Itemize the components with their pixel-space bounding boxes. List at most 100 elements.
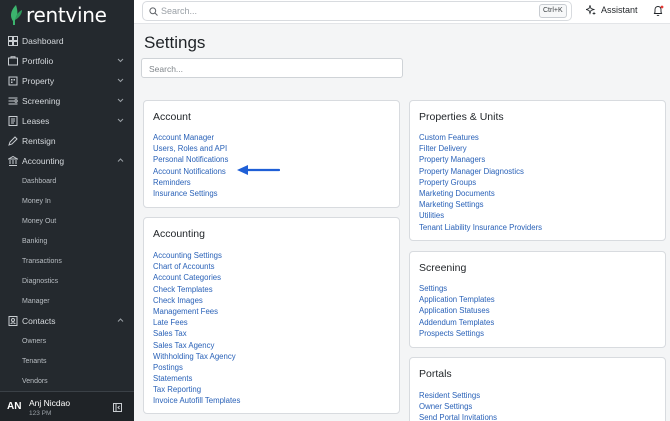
sidebar-item-label: Property: [22, 76, 55, 86]
sparkle-icon: [586, 5, 596, 15]
sidebar-subitem-tenants[interactable]: Tenants: [0, 351, 134, 371]
sidebar-subitem-vendors[interactable]: Vendors: [0, 371, 134, 391]
sidebar-item-label: Portfolio: [22, 56, 54, 66]
link-chart-of-accounts[interactable]: Chart of Accounts: [153, 261, 240, 272]
link-application-statuses[interactable]: Application Statuses: [419, 305, 495, 316]
screening-card: Screening Settings Application Templates…: [409, 251, 666, 348]
rentsign-icon: [8, 136, 18, 146]
accounting-icon: [8, 156, 18, 166]
link-check-templates[interactable]: Check Templates: [153, 284, 240, 295]
dashboard-icon: [8, 36, 18, 46]
top-bar: Search... Ctrl+K Assistant: [134, 0, 670, 24]
sidebar-subitem-manager[interactable]: Manager: [0, 291, 134, 311]
global-search-input[interactable]: Search... Ctrl+K: [142, 1, 572, 21]
link-account-manager[interactable]: Account Manager: [153, 132, 228, 143]
sidebar-item-contacts[interactable]: Contacts: [0, 311, 134, 331]
sidebar-item-property[interactable]: Property: [0, 71, 134, 91]
sidebar-subitem-diagnostics[interactable]: Diagnostics: [0, 271, 134, 291]
link-late-fees[interactable]: Late Fees: [153, 317, 240, 328]
settings-search-placeholder: Search...: [149, 64, 184, 74]
link-sales-tax[interactable]: Sales Tax: [153, 328, 240, 339]
chevron-up-icon: [117, 158, 124, 162]
link-sales-tax-agency[interactable]: Sales Tax Agency: [153, 340, 240, 351]
link-insurance-settings[interactable]: Insurance Settings: [153, 188, 228, 199]
link-screening-settings[interactable]: Settings: [419, 283, 495, 294]
rentvine-logo[interactable]: rentvine: [9, 3, 107, 27]
notification-bell-icon[interactable]: [652, 5, 664, 17]
account-card: Account Account Manager Users, Roles and…: [143, 100, 400, 208]
link-filter-delivery[interactable]: Filter Delivery: [419, 143, 542, 154]
link-account-notifications[interactable]: Account Notifications: [153, 166, 228, 177]
sidebar-subitem-owners[interactable]: Owners: [0, 331, 134, 351]
link-prospects-settings[interactable]: Prospects Settings: [419, 328, 495, 339]
sidebar-item-dashboard[interactable]: Dashboard: [0, 31, 134, 51]
sidebar-item-accounting[interactable]: Accounting: [0, 151, 134, 171]
collapse-sidebar-icon[interactable]: [113, 403, 122, 412]
chevron-down-icon: [117, 98, 124, 103]
sidebar-subitem-transactions[interactable]: Transactions: [0, 251, 134, 271]
user-name: Anj Nicdao: [29, 398, 71, 408]
link-accounting-settings[interactable]: Accounting Settings: [153, 250, 240, 261]
properties-units-card: Properties & Units Custom Features Filte…: [409, 100, 666, 241]
accounting-links: Accounting Settings Chart of Accounts Ac…: [153, 250, 240, 407]
keyboard-shortcut-badge: Ctrl+K: [539, 4, 567, 18]
leases-icon: [8, 116, 18, 126]
link-users-roles-api[interactable]: Users, Roles and API: [153, 143, 228, 154]
sidebar-item-label: Contacts: [22, 316, 56, 326]
sidebar-nav: Dashboard Portfolio Property Screening L…: [0, 31, 134, 391]
card-title: Accounting: [153, 228, 205, 240]
settings-search-input[interactable]: Search...: [141, 58, 403, 78]
search-placeholder: Search...: [161, 6, 198, 16]
screening-icon: [8, 97, 18, 105]
sidebar-item-rentsign[interactable]: Rentsign: [0, 131, 134, 151]
link-owner-settings[interactable]: Owner Settings: [419, 401, 497, 412]
user-profile-bar[interactable]: AN Anj Nicdao 123 PM: [0, 391, 134, 421]
sidebar-item-label: Leases: [22, 116, 50, 126]
sidebar-subitem-accounting-dashboard[interactable]: Dashboard: [0, 171, 134, 191]
link-utilities[interactable]: Utilities: [419, 210, 542, 221]
property-icon: [8, 76, 18, 86]
link-check-images[interactable]: Check Images: [153, 295, 240, 306]
link-marketing-settings[interactable]: Marketing Settings: [419, 199, 542, 210]
sidebar-item-label: Dashboard: [22, 36, 64, 46]
link-marketing-documents[interactable]: Marketing Documents: [419, 188, 542, 199]
sidebar-subitem-money-out[interactable]: Money Out: [0, 211, 134, 231]
account-links: Account Manager Users, Roles and API Per…: [153, 132, 228, 199]
portals-card: Portals Resident Settings Owner Settings…: [409, 357, 666, 421]
assistant-label: Assistant: [601, 5, 638, 15]
link-account-categories[interactable]: Account Categories: [153, 272, 240, 283]
link-statements[interactable]: Statements: [153, 373, 240, 384]
sidebar-item-label: Screening: [22, 96, 61, 106]
link-postings[interactable]: Postings: [153, 362, 240, 373]
link-reminders[interactable]: Reminders: [153, 177, 228, 188]
link-tax-reporting[interactable]: Tax Reporting: [153, 384, 240, 395]
properties-links: Custom Features Filter Delivery Property…: [419, 132, 542, 233]
sidebar-subitem-banking[interactable]: Banking: [0, 231, 134, 251]
sidebar-item-screening[interactable]: Screening: [0, 91, 134, 111]
link-personal-notifications[interactable]: Personal Notifications: [153, 154, 228, 165]
link-addendum-templates[interactable]: Addendum Templates: [419, 317, 495, 328]
sidebar-item-portfolio[interactable]: Portfolio: [0, 51, 134, 71]
chevron-down-icon: [117, 78, 124, 83]
link-resident-settings[interactable]: Resident Settings: [419, 390, 497, 401]
link-invoice-autofill-templates[interactable]: Invoice Autofill Templates: [153, 395, 240, 406]
link-withholding-tax-agency[interactable]: Withholding Tax Agency: [153, 351, 240, 362]
link-custom-features[interactable]: Custom Features: [419, 132, 542, 143]
screening-links: Settings Application Templates Applicati…: [419, 283, 495, 339]
chevron-down-icon: [117, 118, 124, 123]
sidebar-item-label: Rentsign: [22, 136, 56, 146]
link-property-managers[interactable]: Property Managers: [419, 154, 542, 165]
link-send-portal-invitations[interactable]: Send Portal Invitations: [419, 412, 497, 421]
link-property-groups[interactable]: Property Groups: [419, 177, 542, 188]
link-management-fees[interactable]: Management Fees: [153, 306, 240, 317]
assistant-button[interactable]: Assistant: [586, 5, 638, 15]
sidebar-subitem-money-in[interactable]: Money In: [0, 191, 134, 211]
sidebar-item-leases[interactable]: Leases: [0, 111, 134, 131]
link-property-manager-diagnostics[interactable]: Property Manager Diagnostics: [419, 166, 542, 177]
link-application-templates[interactable]: Application Templates: [419, 294, 495, 305]
card-title: Properties & Units: [419, 111, 504, 123]
logo-text: rentvine: [26, 3, 107, 27]
sidebar-item-label: Accounting: [22, 156, 65, 166]
accounting-card: Accounting Accounting Settings Chart of …: [143, 217, 400, 414]
link-tenant-liability-insurance-providers[interactable]: Tenant Liability Insurance Providers: [419, 222, 542, 233]
